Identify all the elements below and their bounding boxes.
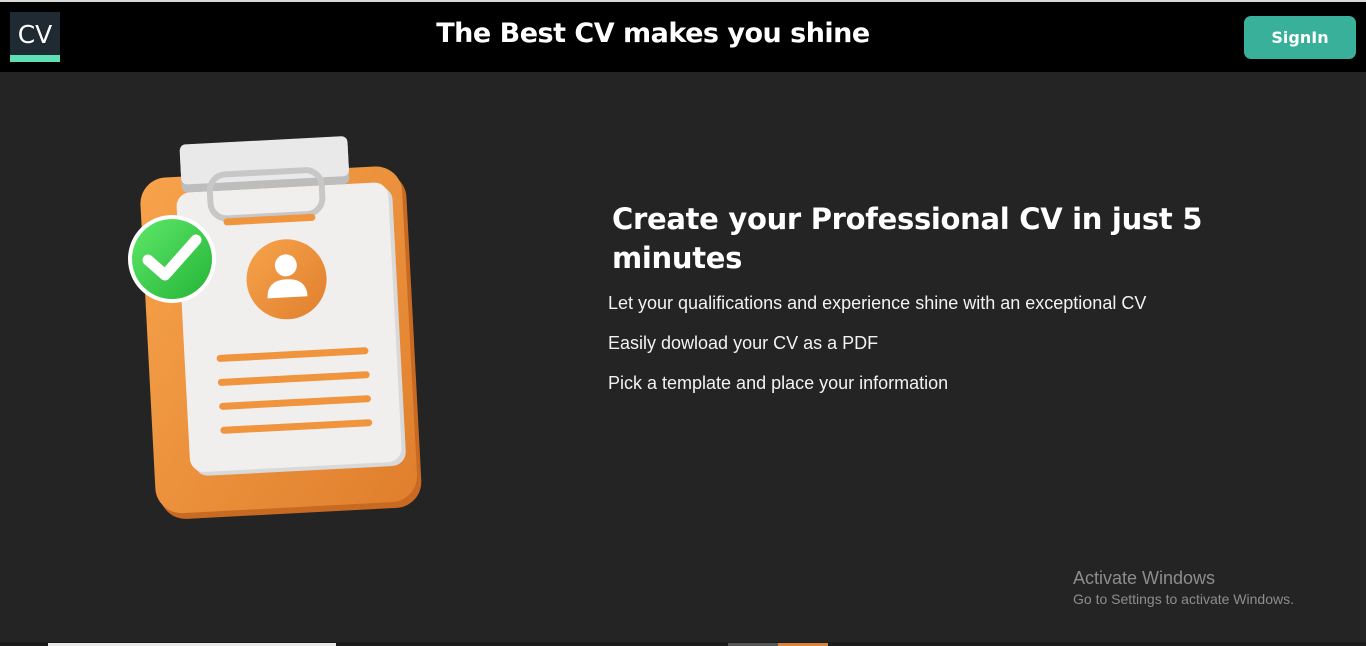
clipboard-illustration — [110, 130, 440, 530]
hero-point: Pick a template and place your informati… — [608, 373, 949, 393]
hero-section: Create your Professional CV in just 5 mi… — [608, 200, 1248, 412]
watermark-subtitle: Go to Settings to activate Windows. — [1073, 591, 1294, 607]
activate-windows-watermark: Activate Windows Go to Settings to activ… — [1073, 567, 1294, 609]
hero-point: Easily dowload your CV as a PDF — [608, 333, 879, 353]
hero-point: Let your qualifications and experience s… — [608, 293, 1147, 313]
check-icon — [128, 215, 216, 303]
site-title: The Best CV makes you shine — [436, 18, 870, 49]
watermark-title: Activate Windows — [1073, 568, 1216, 588]
hero-heading: Create your Professional CV in just 5 mi… — [612, 202, 1203, 275]
signin-button[interactable]: SignIn — [1244, 16, 1356, 59]
top-navbar: CV The Best CV makes you shine SignIn — [0, 2, 1366, 72]
